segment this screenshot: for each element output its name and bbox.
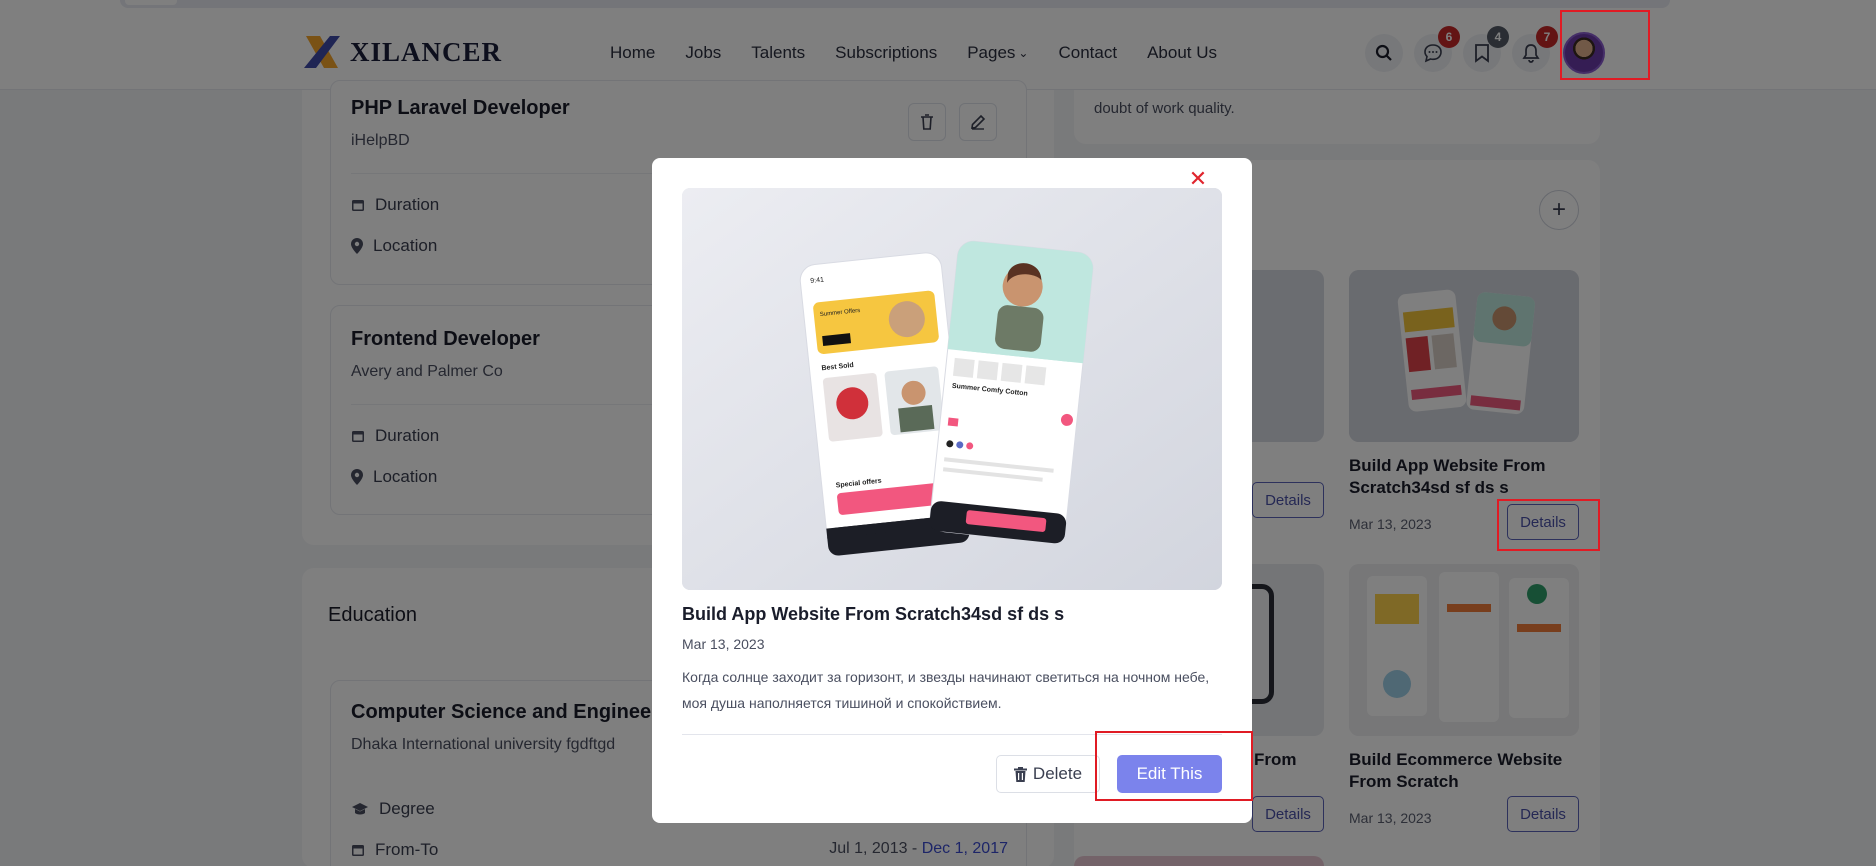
trash-icon	[1013, 766, 1027, 782]
app-mockup-illustration: 9:41 Summer Offers Best Sold Special off…	[682, 188, 1222, 590]
delete-label: Delete	[1032, 764, 1083, 783]
highlight-box-avatar	[1560, 10, 1650, 80]
delete-project-button[interactable]: Delete	[996, 755, 1100, 793]
modal-project-title: Build App Website From Scratch34sd sf ds…	[682, 604, 1065, 624]
highlight-box-details	[1497, 499, 1600, 551]
modal-project-description: Когда солнце заходит за горизонт, и звез…	[682, 669, 1210, 711]
project-detail-modal: ✕ 9:41 Summer Offers Best Sold Special o…	[652, 158, 1252, 823]
modal-project-date: Mar 13, 2023	[682, 636, 765, 652]
mockup-time: 9:41	[810, 277, 824, 285]
project-image: 9:41 Summer Offers Best Sold Special off…	[682, 188, 1222, 590]
highlight-box-edit	[1095, 731, 1253, 801]
